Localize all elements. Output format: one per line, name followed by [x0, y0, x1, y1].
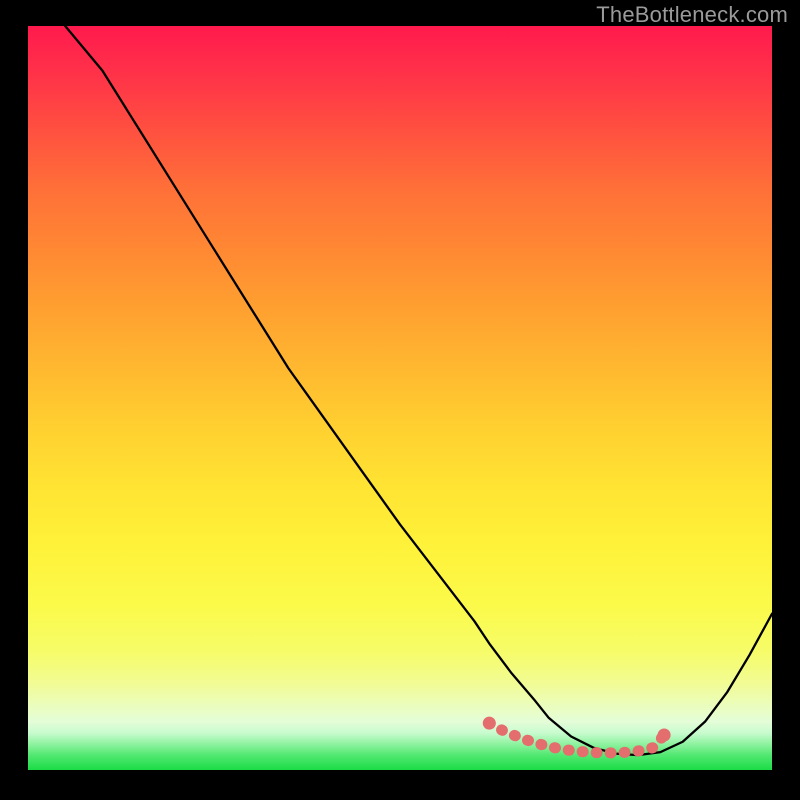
curve-line	[65, 26, 772, 755]
valley-marker-end	[483, 717, 496, 730]
plot-svg	[28, 26, 772, 770]
valley-markers	[489, 723, 664, 753]
chart-container: TheBottleneck.com	[0, 0, 800, 800]
plot-area	[28, 26, 772, 770]
valley-marker-end	[658, 729, 671, 742]
watermark-text: TheBottleneck.com	[596, 2, 788, 28]
